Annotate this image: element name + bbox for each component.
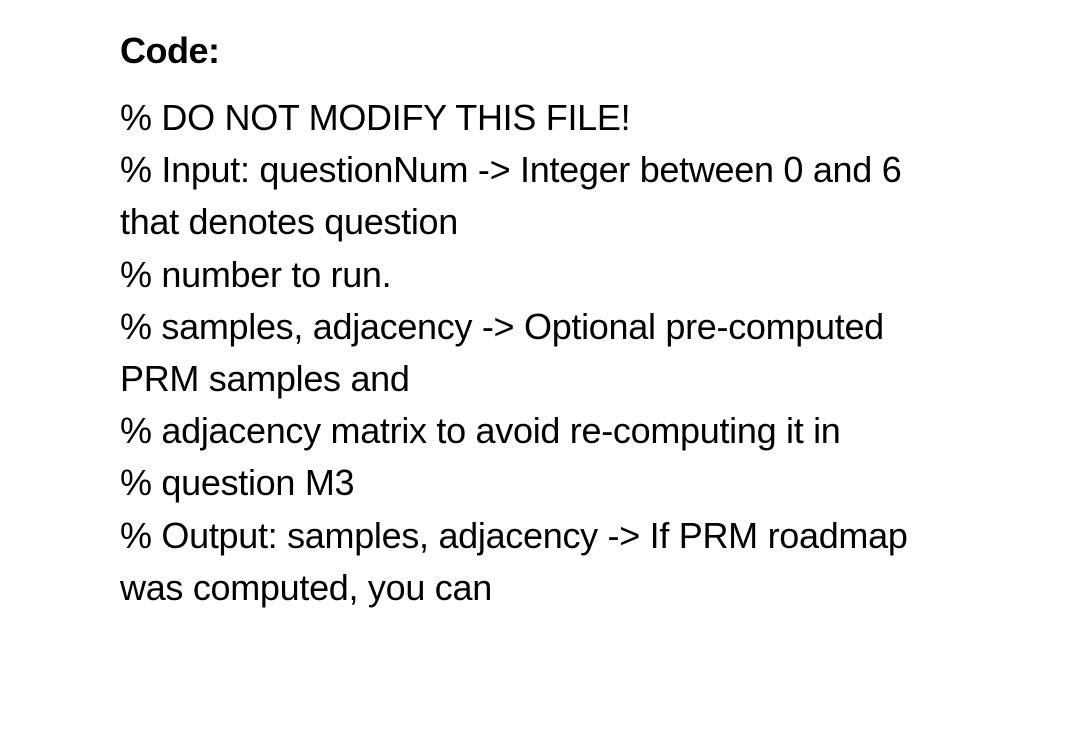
code-line: % Output: samples, adjacency -> If PRM r… (120, 510, 960, 614)
code-line: % DO NOT MODIFY THIS FILE! (120, 92, 960, 144)
code-line: % samples, adjacency -> Optional pre-com… (120, 301, 960, 405)
code-line: % adjacency matrix to avoid re-computing… (120, 405, 960, 457)
code-line: % question M3 (120, 457, 960, 509)
code-block: % DO NOT MODIFY THIS FILE! % Input: ques… (120, 92, 960, 614)
code-line: % Input: questionNum -> Integer between … (120, 144, 960, 248)
code-line: % number to run. (120, 249, 960, 301)
code-heading: Code: (120, 30, 960, 72)
